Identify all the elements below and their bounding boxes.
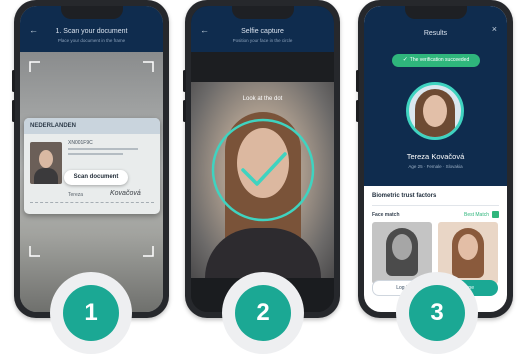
id-card-photo [30,142,62,184]
phone-selfie-capture: ← Selfie capture Position your face in t… [183,0,340,318]
phone-side-button [356,70,359,92]
verification-badge: ✓ The verification succeeded [392,54,480,67]
best-match-label: Best Match [463,212,489,218]
phone-side-button [12,100,15,122]
user-detail: Age 25 · Female · Slovakia [408,164,463,169]
phone-side-button [356,100,359,122]
id-card: NEDERLANDEN XN001F9C Kovačová Tereza [24,118,160,214]
phone-notch [231,6,294,19]
phone-side-button [12,70,15,92]
step-number-2: 2 [235,285,291,341]
face-ring [211,118,315,222]
phone-results: Results × ✓ The verification succeeded Te… [356,0,513,318]
phone-notch [60,6,123,19]
id-card-lines [68,148,148,158]
phone-document-scan: ← 1. Scan your document Place your docum… [12,0,169,318]
phone-notch [404,6,467,19]
scan-document-button[interactable]: Scan document [64,170,128,185]
id-card-mrz [30,202,154,208]
id-card-country: NEDERLANDEN [30,123,77,129]
user-name: Tereza Kovačová [406,152,465,161]
best-match-check-icon [492,211,499,218]
phone-side-button [183,70,186,92]
step-number-1: 1 [63,285,119,341]
divider [372,205,499,206]
phone-side-button [183,100,186,122]
checkmark-icon [241,152,287,186]
verification-badge-label: The verification succeeded [409,57,470,63]
face-match-label: Face match [372,212,400,218]
screen: Results × ✓ The verification succeeded Te… [364,6,507,312]
step-number-3: 3 [409,285,465,341]
close-icon[interactable]: × [492,24,497,34]
screen: ← 1. Scan your document Place your docum… [20,6,163,312]
id-card-number: XN001F9C [68,140,93,146]
avatar [406,82,464,140]
screen: ← Selfie capture Position your face in t… [191,6,334,312]
trust-factors-title: Biometric trust factors [372,193,437,199]
id-card-given-name: Tereza [68,192,84,198]
id-card-surname: Kovačová [110,190,141,197]
check-circle-icon: ✓ [402,57,408,63]
screen-title: Results [423,30,448,37]
